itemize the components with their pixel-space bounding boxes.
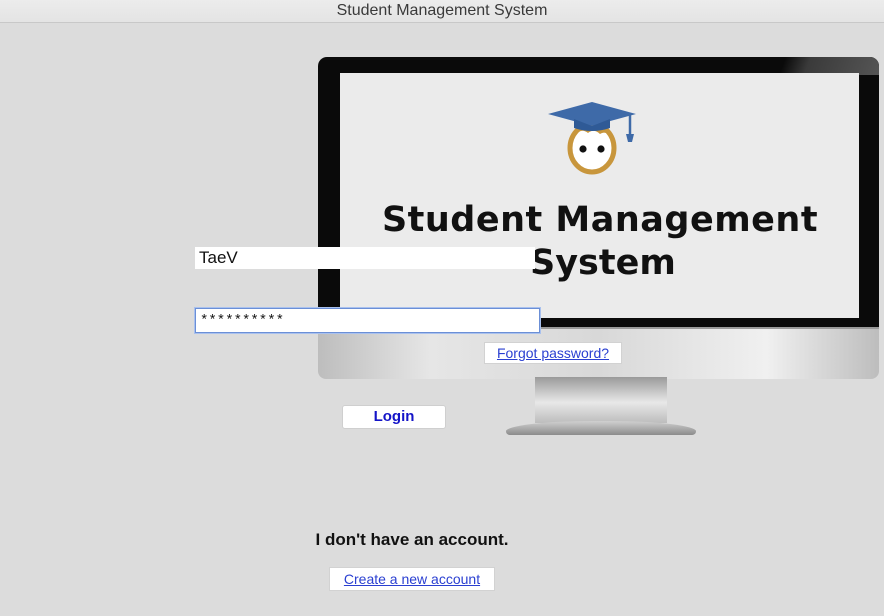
banner-title-line2: System [530,243,676,283]
window-titlebar[interactable]: Student Management System [0,0,884,23]
monitor-stand-base [506,421,696,435]
app-window: Student Management System Student Manage… [0,0,884,616]
password-input[interactable] [195,308,540,333]
create-account-link[interactable]: Create a new account [329,567,495,591]
banner-title-line1: Student Management [381,200,819,240]
username-input[interactable] [195,247,535,269]
monitor-stand-neck [535,377,667,423]
forgot-password-link[interactable]: Forgot password? [484,342,622,364]
student-graduate-icon [542,98,642,178]
no-account-label: I don't have an account. [315,530,509,549]
login-button[interactable]: Login [342,405,446,429]
window-title: Student Management System [336,2,548,19]
